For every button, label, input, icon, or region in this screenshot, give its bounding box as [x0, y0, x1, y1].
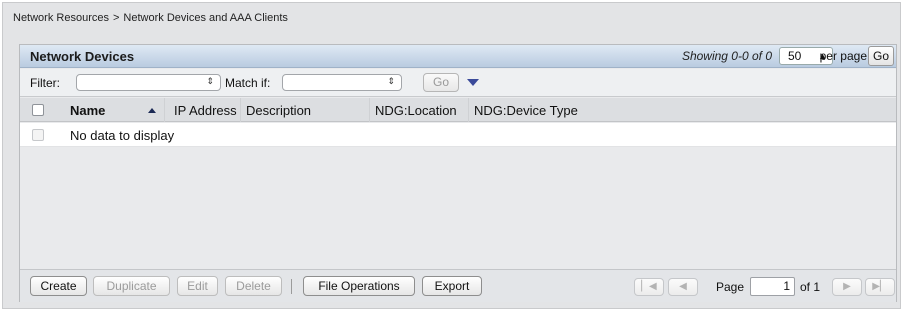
table-header: Name IP Address Description NDG:Location…: [20, 98, 896, 122]
per-page-value: 50: [788, 49, 802, 63]
delete-button[interactable]: Delete: [225, 276, 282, 296]
duplicate-button[interactable]: Duplicate: [93, 276, 170, 296]
dropdown-triangle-icon[interactable]: [467, 79, 479, 86]
select-arrows-icon: ⇕: [387, 76, 395, 86]
page-total-label: of 1: [800, 280, 821, 294]
content-area: Network Resources > Network Devices and AA…: [2, 2, 901, 309]
filter-go-button[interactable]: Go: [423, 73, 459, 92]
breadcrumb-separator: >: [112, 12, 120, 24]
select-all-checkbox[interactable]: [32, 104, 44, 116]
previous-page-icon[interactable]: ◀: [668, 278, 698, 296]
export-button[interactable]: Export: [422, 276, 482, 296]
page-label: Page: [716, 280, 745, 294]
column-divider: [164, 98, 165, 122]
breadcrumb-item-network-devices: Network Devices and AAA Clients: [123, 12, 288, 24]
row-checkbox: [32, 129, 44, 141]
filter-select[interactable]: ⇕: [76, 74, 221, 91]
create-button[interactable]: Create: [30, 276, 87, 296]
column-header-name[interactable]: Name: [70, 103, 105, 118]
table-footer: Create Duplicate Edit Delete File Operat…: [20, 269, 896, 302]
empty-table-message: No data to display: [70, 128, 175, 143]
sort-ascending-icon: [148, 108, 156, 113]
table-row: No data to display: [20, 123, 896, 147]
breadcrumb-item-network-resources[interactable]: Network Resources: [13, 12, 109, 24]
column-header-ndg-location[interactable]: NDG:Location: [375, 103, 457, 118]
column-header-ndg-device-type[interactable]: NDG:Device Type: [474, 103, 578, 118]
per-page-go-button[interactable]: Go: [868, 46, 894, 66]
per-page-label: per page: [819, 49, 867, 63]
column-divider: [369, 98, 370, 122]
column-header-description[interactable]: Description: [246, 103, 311, 118]
column-divider: [468, 98, 469, 122]
showing-count: Showing 0-0 of 0: [681, 49, 772, 63]
last-page-icon[interactable]: ▶▏: [865, 278, 895, 296]
column-header-ip-address[interactable]: IP Address: [174, 103, 237, 118]
toolbar-separator: [291, 279, 292, 294]
edit-button[interactable]: Edit: [177, 276, 218, 296]
network-devices-panel: Network Devices Showing 0-0 of 0 50 ▲ pe…: [19, 44, 897, 302]
filter-label: Filter:: [30, 76, 60, 90]
filter-bar: Filter: ⇕ Match if: ⇕ Go: [20, 69, 896, 97]
page-number-input[interactable]: 1: [750, 277, 795, 296]
breadcrumb: Network Resources > Network Devices and AA…: [13, 12, 288, 24]
column-divider: [240, 98, 241, 122]
file-operations-button[interactable]: File Operations: [303, 276, 415, 296]
panel-title: Network Devices: [30, 49, 135, 64]
match-if-select[interactable]: ⇕: [282, 74, 402, 91]
select-arrows-icon: ⇕: [206, 76, 214, 86]
panel-titlebar: Network Devices Showing 0-0 of 0 50 ▲ pe…: [20, 45, 896, 68]
first-page-icon[interactable]: ▏◀: [634, 278, 664, 296]
next-page-icon[interactable]: ▶: [832, 278, 862, 296]
match-if-label: Match if:: [225, 76, 271, 90]
